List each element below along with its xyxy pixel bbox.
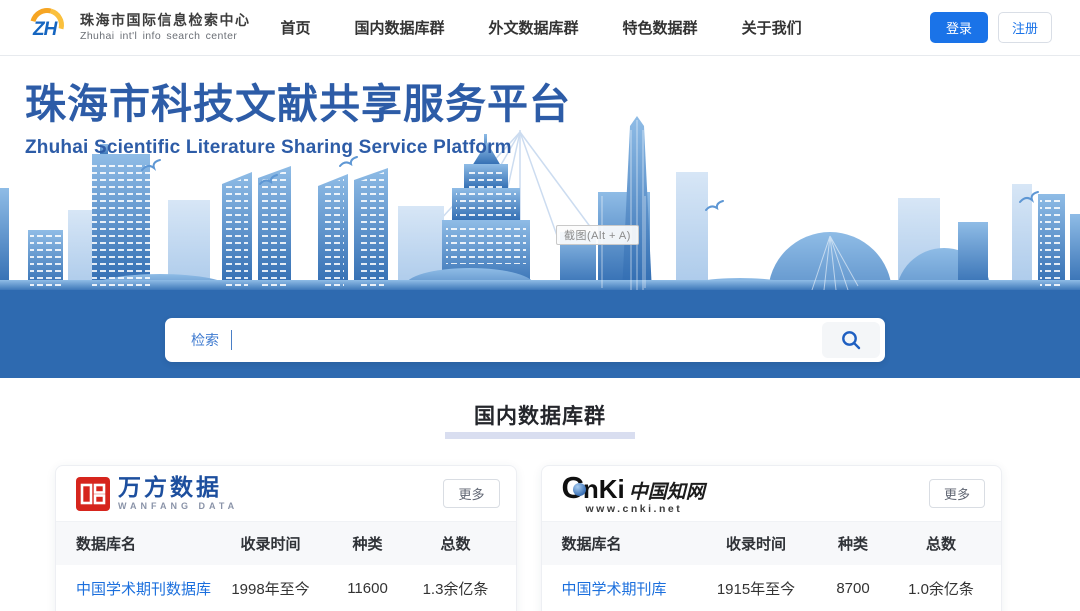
wanfang-logo[interactable]: 万方数据 WANFANG DATA (76, 476, 238, 511)
hero-text-block: 珠海市科技文献共享服务平台 Zhuhai Scientific Literatu… (25, 70, 571, 159)
login-button[interactable]: 登录 (930, 12, 988, 43)
wanfang-more-button[interactable]: 更多 (443, 479, 499, 508)
cnki-letters: nKi (583, 476, 625, 502)
table-row: 中国学术期刊数据库 1998年至今 11600 1.3余亿条 (56, 565, 516, 611)
nav-item-home[interactable]: 首页 (281, 17, 311, 38)
section-title: 国内数据库群 (474, 400, 606, 430)
col-total: 总数 (406, 533, 506, 554)
cnki-card: C nKi 中国知网 www.cnki.net 更多 数据库名 收录时间 种类 … (541, 465, 1003, 611)
platform-subtitle: Zhuhai Scientific Literature Sharing Ser… (25, 137, 571, 159)
col-types: 种类 (815, 533, 891, 554)
cnki-logo[interactable]: C nKi 中国知网 www.cnki.net (562, 472, 705, 515)
wanfang-logo-text: 万方数据 WANFANG DATA (118, 476, 238, 511)
logo-text: ZH (33, 19, 56, 41)
cnki-card-header: C nKi 中国知网 www.cnki.net 更多 (542, 466, 1002, 522)
search-label: 检索 (191, 330, 219, 350)
nav-item-special-databases[interactable]: 特色数据群 (623, 17, 698, 38)
top-navigation-bar: ZH 珠海市国际信息检索中心 Zhuhai int'l info search … (0, 0, 1080, 56)
coverage-value: 1998年至今 (212, 578, 330, 599)
types-value: 8700 (815, 580, 891, 597)
brand-subtitle: Zhuhai int'l info search center (80, 30, 251, 43)
cnki-c-glyph: C (562, 472, 583, 503)
total-value: 1.3余亿条 (406, 578, 506, 599)
hero-banner: 珠海市科技文献共享服务平台 Zhuhai Scientific Literatu… (0, 56, 1080, 378)
table-row: 中国学术期刊库 1915年至今 8700 1.0余亿条 (542, 565, 1002, 611)
col-database-name: 数据库名 (562, 533, 698, 554)
col-types: 种类 (330, 533, 406, 554)
col-coverage: 收录时间 (697, 533, 815, 554)
globe-icon (573, 483, 586, 496)
nav-item-domestic-databases[interactable]: 国内数据库群 (355, 17, 445, 38)
search-button[interactable] (822, 322, 880, 358)
brand-title: 珠海市国际信息检索中心 (80, 12, 251, 30)
types-value: 11600 (330, 580, 406, 597)
screenshot-tooltip: 截图(Alt + A) (556, 225, 639, 245)
database-cards: 万方数据 WANFANG DATA 更多 数据库名 收录时间 种类 总数 中国学… (55, 465, 1002, 611)
zh-logo-icon[interactable]: ZH (28, 7, 70, 49)
cnki-url: www.cnki.net (586, 504, 705, 515)
platform-title: 珠海市科技文献共享服务平台 (25, 70, 571, 130)
total-value: 1.0余亿条 (891, 578, 991, 599)
wanfang-logo-icon (76, 477, 110, 511)
wanfang-card: 万方数据 WANFANG DATA 更多 数据库名 收录时间 种类 总数 中国学… (55, 465, 517, 611)
register-button[interactable]: 注册 (998, 12, 1052, 43)
cnki-more-button[interactable]: 更多 (929, 479, 985, 508)
col-total: 总数 (891, 533, 991, 554)
section-title-underline (445, 432, 635, 439)
main-nav: 首页 国内数据库群 外文数据库群 特色数据群 关于我们 (281, 17, 802, 38)
brand-text: 珠海市国际信息检索中心 Zhuhai int'l info search cen… (80, 12, 251, 43)
section-header: 国内数据库群 (0, 378, 1080, 439)
nav-item-foreign-databases[interactable]: 外文数据库群 (489, 17, 579, 38)
auth-buttons: 登录 注册 (930, 12, 1052, 43)
col-coverage: 收录时间 (212, 533, 330, 554)
search-icon (840, 329, 862, 351)
wanfang-table-header: 数据库名 收录时间 种类 总数 (56, 522, 516, 565)
database-link[interactable]: 中国学术期刊库 (562, 578, 698, 599)
coverage-value: 1915年至今 (697, 578, 815, 599)
wanfang-name-en: WANFANG DATA (118, 501, 238, 511)
database-link[interactable]: 中国学术期刊数据库 (76, 578, 212, 599)
search-bar: 检索 (165, 318, 885, 362)
cnki-name-cn: 中国知网 (629, 483, 705, 502)
wanfang-name: 万方数据 (118, 476, 238, 499)
col-database-name: 数据库名 (76, 533, 212, 554)
search-input[interactable] (240, 318, 822, 362)
text-caret (231, 330, 232, 350)
wanfang-card-header: 万方数据 WANFANG DATA 更多 (56, 466, 516, 522)
nav-item-about-us[interactable]: 关于我们 (742, 17, 802, 38)
cnki-table-header: 数据库名 收录时间 种类 总数 (542, 522, 1002, 565)
